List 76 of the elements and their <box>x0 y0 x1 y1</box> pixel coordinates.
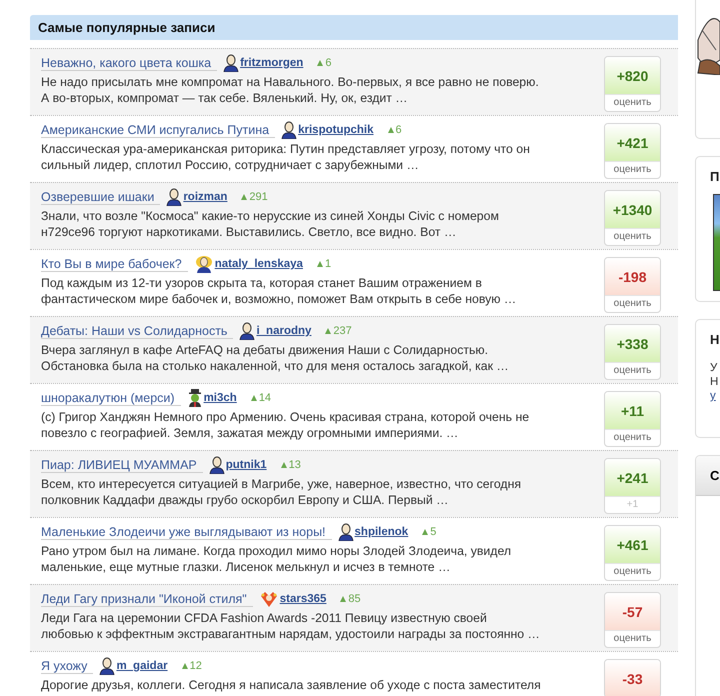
post-excerpt: Вчера заглянул в кафе ArteFAQ на дебаты движения Наши с Солидарностью. Обстановка была на столько накаленной, что для меня осталось загадкой, как … <box>41 342 510 374</box>
panel-title: Самые популярные записи <box>30 15 678 40</box>
post-excerpt: Классическая ура-американская риторика: Путин представляет угрозу, потому что он сильный лидер, сплотил Россию, сотрудничает с зарубежными … <box>41 141 531 173</box>
author-link[interactable]: roizman <box>183 191 228 203</box>
up-triangle-icon <box>182 663 188 669</box>
post-title-link[interactable]: Леди Гагу признали "Иконой стиля" <box>41 592 253 606</box>
up-triangle-icon <box>422 529 428 535</box>
post-title-link[interactable]: Маленькие Злодеичи уже выглядывают из норы! <box>41 524 332 540</box>
author-rating: 6 <box>317 57 332 69</box>
rate-link[interactable]: оценить <box>605 161 660 178</box>
author-link[interactable]: nataly_lenskaya <box>214 258 303 270</box>
post-title-link[interactable]: Американские СМИ испугались Путина <box>41 122 276 138</box>
rate-link[interactable]: оценить <box>605 429 660 446</box>
post-title-link[interactable]: Неважно, какого цвета кошка <box>41 56 218 70</box>
author-link[interactable]: stars365 <box>280 593 326 605</box>
score-value: +241 <box>605 459 660 496</box>
up-triangle-icon <box>340 596 346 602</box>
score-value: -198 <box>605 258 660 295</box>
score-value: +1340 <box>605 191 660 228</box>
author-rating: 13 <box>280 459 301 471</box>
card-title: Н <box>709 331 720 347</box>
rate-link[interactable]: оценить <box>605 630 660 647</box>
author-link[interactable]: krispotupchik <box>298 124 374 136</box>
author-link[interactable]: shpilenok <box>354 526 408 538</box>
post-excerpt: Знали, что возле "Космоса" какие-то нерусские из синей Хонды Civic с номером н729се96 торгуют наркотиками. Выставились. Светло, все видно. Вот … <box>41 208 500 240</box>
score-value: +820 <box>605 57 660 94</box>
card-text: У <box>709 361 718 375</box>
author-rating: 5 <box>422 526 436 538</box>
post-excerpt: Под каждым из 12-ти узоров скрыта та, которая станет Вашим отражением в фантастическом мире бабочек и, возможно, поможет Вам открыть в себе новую … <box>41 275 518 307</box>
up-triangle-icon <box>388 127 394 133</box>
author-link[interactable]: fritzmorgen <box>240 57 304 69</box>
up-triangle-icon <box>241 194 248 200</box>
card-text: Н <box>709 375 720 389</box>
post-excerpt: Не надо присылать мне компромат на Навального. Во-первых, я все равно не поверю. А во-вторых, компромат — так себе. Вяленький. Ну, ок, ездит … <box>41 74 540 106</box>
post-excerpt: Дорогие друзья, коллеги. Сегодня я написала заявление об уходе с поста заместителя <box>41 677 541 693</box>
post-title-link[interactable]: шноракалутюн (мерси) <box>41 390 181 406</box>
post-excerpt: (с) Григор Ханджян Немного про Армению. Очень красивая страна, которой очень не повезло с географией. Земля, зажатая между огромными империями. … <box>41 409 530 441</box>
card-tab[interactable]: С <box>696 456 720 496</box>
card-title: П <box>709 168 720 184</box>
author-link[interactable]: i_narodny <box>256 325 312 337</box>
up-triangle-icon <box>316 261 323 267</box>
card-link[interactable]: у <box>696 389 720 403</box>
post-excerpt: Рано утром был на лимане. Когда проходил мимо норы Злодей Злодеича, увидел маленькие, еще мутные глазки. Лисенок мелькнул и исчез в темноте … <box>41 543 512 575</box>
score-value: +461 <box>605 526 660 563</box>
author-rating: 1 <box>316 258 332 270</box>
score-value: +338 <box>605 325 660 362</box>
post-title-link[interactable]: Пиар: ЛИВИЕЦ МУАММАР <box>41 458 203 472</box>
rate-link[interactable]: оценить <box>605 94 660 111</box>
post-excerpt: Всем, кто интересуется ситуацией в Магрибе, уже, наверное, известно, что сегодня полковник Каддафи дважды грубо оскорбил Европу и США. Первый … <box>41 476 522 508</box>
vote-count: +1 <box>605 496 660 513</box>
score-value: +11 <box>605 392 660 429</box>
author-rating: 291 <box>241 191 268 203</box>
rate-link[interactable]: оценить <box>605 228 660 245</box>
score-value: +421 <box>605 124 660 161</box>
up-triangle-icon <box>317 60 324 66</box>
rate-link[interactable]: оценить <box>605 563 660 580</box>
author-rating: 14 <box>250 392 272 404</box>
rate-link[interactable]: оценить <box>605 295 660 312</box>
author-link[interactable]: mi3ch <box>204 392 237 404</box>
author-rating: 6 <box>388 124 402 136</box>
post-excerpt: Леди Гага на церемонии CFDA Fashion Awards -2011 Певицу известную своей любовью к эффектным экстравагантным нарядам, удостоили награды за постоянно … <box>41 610 541 642</box>
post-title-link[interactable]: Озверевшие ишаки <box>41 190 160 204</box>
up-triangle-icon <box>250 395 257 401</box>
post-title-link[interactable]: Кто Вы в мире бабочек? <box>41 256 188 272</box>
author-rating: 12 <box>182 660 202 672</box>
score-value: -33 <box>605 660 660 696</box>
post-title-link[interactable]: Я ухожу <box>41 658 94 674</box>
author-link[interactable]: m_gaidar <box>116 660 168 672</box>
post-title-link[interactable]: Дебаты: Наши vs Солидарность <box>41 324 234 338</box>
score-value: -57 <box>605 593 660 630</box>
rate-link[interactable]: оценить <box>605 362 660 379</box>
up-triangle-icon <box>325 328 332 334</box>
up-triangle-icon <box>280 462 287 468</box>
author-rating: 85 <box>340 593 361 605</box>
author-link[interactable]: putnik1 <box>226 459 267 471</box>
author-rating: 237 <box>325 325 352 337</box>
